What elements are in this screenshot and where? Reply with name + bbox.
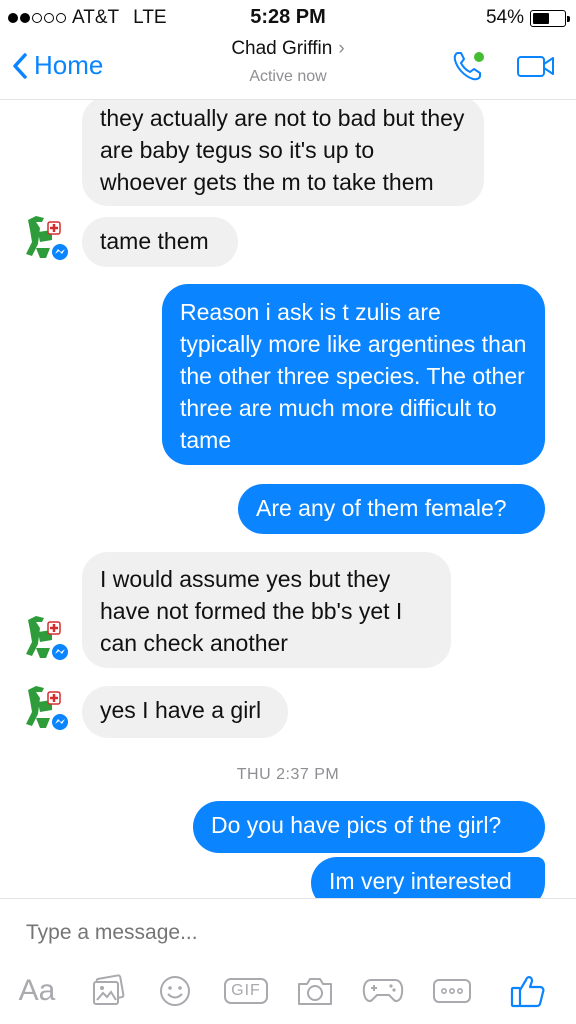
incoming-message[interactable]: tame them bbox=[82, 217, 238, 267]
game-controller-icon[interactable] bbox=[360, 969, 406, 1013]
contact-name: Chad Griffin bbox=[231, 38, 333, 59]
emoji-icon[interactable] bbox=[155, 969, 195, 1013]
camera-icon[interactable] bbox=[294, 969, 336, 1013]
battery-percent: 54% bbox=[485, 7, 524, 28]
incoming-message[interactable]: yes I have a girl bbox=[82, 686, 288, 738]
status-right: 54% bbox=[485, 7, 570, 29]
composer-toolbar: Aa GIF bbox=[0, 969, 576, 1019]
outgoing-message[interactable]: Reason i ask is t zulis are typically mo… bbox=[162, 284, 545, 465]
contact-avatar[interactable] bbox=[22, 212, 72, 264]
outgoing-message[interactable]: Im very interested bbox=[311, 857, 545, 898]
gif-label: GIF bbox=[224, 978, 268, 1004]
outgoing-message[interactable]: Are any of them female? bbox=[238, 484, 545, 534]
message-timestamp: THU 2:37 PM bbox=[236, 766, 340, 783]
status-bar: AT&T LTE 5:28 PM 54% bbox=[0, 0, 576, 34]
contact-avatar[interactable] bbox=[22, 682, 72, 734]
message-input[interactable] bbox=[26, 921, 546, 945]
incoming-message[interactable]: they actually are not to bad but they ar… bbox=[82, 100, 484, 206]
outgoing-message[interactable]: Do you have pics of the girl? bbox=[193, 801, 545, 853]
text-format-label: Aa bbox=[18, 974, 56, 1007]
battery-icon bbox=[530, 9, 570, 27]
conversation-header: Home Chad Griffin › Active now bbox=[0, 34, 576, 100]
message-composer: Aa GIF bbox=[0, 898, 576, 1024]
photo-icon[interactable] bbox=[88, 969, 128, 1013]
video-call-icon[interactable] bbox=[516, 53, 556, 79]
phone-call-icon[interactable] bbox=[450, 48, 486, 84]
contact-avatar[interactable] bbox=[22, 612, 72, 664]
thumbs-up-icon[interactable] bbox=[505, 969, 549, 1013]
call-actions bbox=[450, 48, 556, 84]
more-icon[interactable] bbox=[430, 969, 474, 1013]
chevron-right-icon: › bbox=[338, 38, 345, 59]
message-list[interactable]: they actually are not to bad but they ar… bbox=[0, 100, 576, 898]
incoming-message[interactable]: I would assume yes but they have not for… bbox=[82, 552, 451, 668]
gif-icon[interactable]: GIF bbox=[224, 969, 268, 1013]
text-format-icon[interactable]: Aa bbox=[16, 969, 58, 1013]
